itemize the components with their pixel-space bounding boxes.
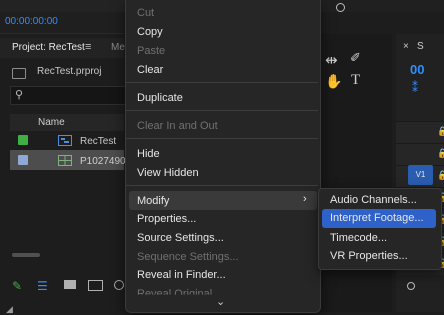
submenu-item-vr-properties[interactable]: VR Properties... [330,250,408,262]
search-input[interactable] [10,86,125,105]
scrubber-handle[interactable] [336,3,345,12]
submenu-item-interpret-footage[interactable]: Interpret Footage... [330,212,424,224]
resize-grip-icon: ◢ [6,304,13,314]
menu-item-cut: Cut [137,7,155,19]
menu-item-properties[interactable]: Properties... [137,213,196,225]
menu-item-sequence-settings: Sequence Settings... [137,251,239,263]
menu-item-clear-in-out: Clear In and Out [137,120,218,132]
menu-item-modify[interactable]: Modify [137,195,169,207]
timeline-zoom-handle[interactable] [407,282,415,290]
horizontal-scrollbar[interactable] [12,253,40,257]
tab-project[interactable]: Project: RecTest [12,42,85,53]
column-header [10,114,124,131]
label-swatch[interactable] [18,135,28,145]
lock-icon[interactable]: 🔒 [437,148,444,159]
pen-tool-icon[interactable]: ✐ [350,50,361,66]
list-item-label[interactable]: RecTest [80,136,116,147]
menu-item-duplicate[interactable]: Duplicate [137,92,183,104]
panel-menu-icon[interactable]: ≡ [85,41,91,53]
menu-separator [126,185,318,186]
close-icon[interactable]: × [403,41,409,52]
type-tool-icon[interactable]: T [351,72,360,89]
menu-separator [126,82,318,83]
chevron-down-icon[interactable]: ⌄ [216,295,225,308]
timeline-timecode[interactable]: 00 [410,62,424,77]
clip-icon [58,155,72,166]
column-header-name[interactable]: Name [38,117,65,128]
track-select-icon[interactable]: ⇹ [325,51,338,69]
menu-separator [126,138,318,139]
menu-item-clear[interactable]: Clear [137,64,163,76]
menu-separator [126,110,318,111]
list-view-icon[interactable]: ☰ [37,279,48,293]
project-file-name: RecTest.prproj [37,66,102,77]
tab-media-browser[interactable]: Me [111,42,125,53]
menu-item-view-hidden[interactable]: View Hidden [137,167,199,179]
track-target-v1[interactable]: V1 [408,165,433,185]
menu-item-copy[interactable]: Copy [137,26,163,38]
chevron-right-icon: › [303,193,307,205]
label-swatch[interactable] [18,155,28,165]
lock-icon[interactable]: 🔒 [437,170,444,181]
submenu-item-audio-channels[interactable]: Audio Channels... [330,194,417,206]
freeform-view-icon[interactable] [88,280,103,291]
sequence-icon [58,135,72,146]
hand-tool-icon[interactable]: ✋ [325,73,342,90]
lock-icon[interactable]: 🔒 [437,126,444,137]
folder-icon [12,68,26,79]
tab-sequence[interactable]: S [417,41,424,52]
search-icon: ⚲ [15,89,24,101]
list-item-label[interactable]: P1027490. [80,156,128,167]
snap-icon[interactable]: ⁑ [412,81,418,95]
menu-item-paste: Paste [137,45,166,57]
pencil-icon[interactable]: ✎ [12,279,22,293]
timecode-divider [0,33,124,34]
menu-item-hide[interactable]: Hide [137,148,160,160]
icon-view-icon[interactable] [64,280,76,289]
source-timecode[interactable]: 00:00:00:00 [5,16,58,27]
menu-item-source-settings[interactable]: Source Settings... [137,232,224,244]
menu-item-reveal-in-finder[interactable]: Reveal in Finder... [137,269,226,281]
submenu-item-timecode[interactable]: Timecode... [330,232,387,244]
zoom-slider-icon[interactable] [114,280,124,290]
